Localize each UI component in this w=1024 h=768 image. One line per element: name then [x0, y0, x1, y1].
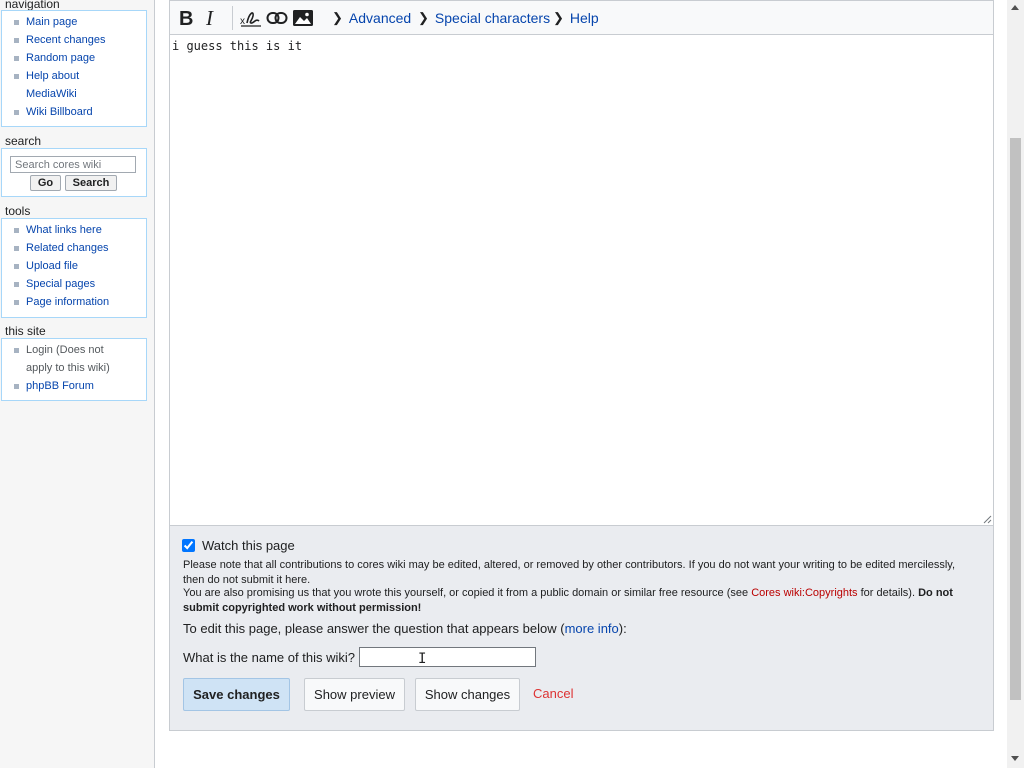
edit-textarea[interactable]: i guess this is it	[170, 35, 993, 525]
help-menu[interactable]: ❯ Help	[553, 10, 599, 26]
nav-link[interactable]: Wiki Billboard	[26, 106, 93, 118]
tool-link[interactable]: What links here	[26, 224, 102, 236]
login-line: Login (Does not	[26, 344, 104, 356]
nav-link[interactable]: Main page	[26, 16, 77, 28]
tools-portlet: What links here Related changes Upload f…	[1, 218, 147, 318]
captcha-intro-text: ):	[618, 621, 627, 636]
captcha-question-label: What is the name of this wiki?	[183, 649, 355, 665]
navigation-portlet: Main page Recent changes Random page Hel…	[1, 10, 147, 127]
special-characters-label: Special characters	[434, 10, 551, 26]
copyright-text: for details).	[857, 587, 919, 599]
sidebar: navigation Main page Recent changes Rand…	[0, 0, 155, 768]
chevron-right-icon: ❯	[332, 10, 343, 25]
search-heading: search	[5, 134, 42, 148]
resize-grip-icon[interactable]	[983, 515, 992, 524]
chevron-right-icon: ❯	[418, 10, 429, 25]
nav-item-recent-changes[interactable]: Recent changes	[2, 31, 146, 49]
go-button[interactable]: Go	[30, 175, 61, 191]
nav-item-wiki-billboard[interactable]: Wiki Billboard	[2, 103, 146, 121]
license-notice: Please note that all contributions to co…	[183, 559, 956, 586]
site-link[interactable]: phpBB Forum	[26, 380, 94, 392]
editor: B I x ❯ Advanced ❯ Special characters ❯ Hel…	[169, 0, 994, 526]
copyrights-link[interactable]: Cores wiki:Copyrights	[751, 587, 857, 599]
tool-item-page-information[interactable]: Page information	[2, 293, 146, 311]
captcha-answer-input[interactable]	[358, 647, 536, 667]
help-label: Help	[569, 10, 599, 26]
link-icon[interactable]	[266, 7, 288, 29]
tools-heading: tools	[5, 204, 31, 218]
nav-item-main-page[interactable]: Main page	[2, 13, 146, 31]
svg-text:B: B	[179, 8, 193, 28]
advanced-label: Advanced	[348, 10, 412, 26]
nav-item-help[interactable]: Help about MediaWiki	[2, 67, 146, 103]
captcha-intro-text: To edit this page, please answer the que…	[183, 621, 565, 636]
search-input[interactable]	[10, 156, 136, 173]
bullet-icon	[14, 282, 19, 287]
chevron-right-icon: ❯	[553, 10, 564, 25]
cancel-link[interactable]: Cancel	[533, 686, 573, 701]
page-scrollbar[interactable]	[1007, 0, 1024, 768]
search-button[interactable]: Search	[65, 175, 117, 191]
tool-link[interactable]: Page information	[26, 296, 109, 308]
watch-this-page[interactable]: Watch this page	[182, 538, 295, 553]
tool-link[interactable]: Related changes	[26, 242, 109, 254]
copyright-text: You are also promising us that you wrote…	[183, 587, 752, 599]
advanced-menu[interactable]: ❯ Advanced	[332, 10, 411, 26]
bullet-icon	[14, 38, 19, 43]
site-item-phpbb-forum[interactable]: phpBB Forum	[2, 377, 146, 395]
more-info-link[interactable]: more info	[565, 621, 619, 636]
tool-item-what-links-here[interactable]: What links here	[2, 221, 146, 239]
show-changes-button[interactable]: Show changes	[415, 678, 520, 711]
bullet-icon	[14, 20, 19, 25]
site-item-login[interactable]: Login (Does not apply to this wiki)	[2, 341, 146, 377]
nav-link-line: Help about	[26, 70, 80, 82]
save-changes-button[interactable]: Save changes	[183, 678, 290, 711]
tool-item-special-pages[interactable]: Special pages	[2, 275, 146, 293]
bullet-icon	[14, 74, 19, 79]
captcha-question: What is the name of this wiki?	[183, 647, 536, 667]
login-link[interactable]: Login (Does not apply to this wiki)	[26, 344, 110, 374]
login-line: apply to this wiki)	[26, 362, 110, 374]
copyright-notice: You are also promising us that you wrote…	[183, 586, 973, 615]
scroll-up-icon[interactable]	[1011, 5, 1019, 10]
nav-link[interactable]: Recent changes	[26, 34, 106, 46]
italic-icon[interactable]: I	[202, 7, 224, 29]
show-preview-button[interactable]: Show preview	[304, 678, 405, 711]
watch-checkbox[interactable]	[182, 539, 195, 552]
scroll-thumb[interactable]	[1010, 138, 1021, 700]
toolbar-separator	[232, 6, 233, 30]
svg-text:I: I	[205, 8, 214, 28]
signature-icon[interactable]: x	[240, 7, 262, 29]
special-characters-menu[interactable]: ❯ Special characters	[418, 10, 550, 26]
captcha-intro: To edit this page, please answer the que…	[183, 621, 627, 636]
bullet-icon	[14, 384, 19, 389]
bullet-icon	[14, 228, 19, 233]
image-icon[interactable]	[292, 7, 314, 29]
bold-icon[interactable]: B	[176, 7, 198, 29]
text-cursor-icon: I	[418, 651, 427, 667]
tool-item-upload-file[interactable]: Upload file	[2, 257, 146, 275]
nav-item-random-page[interactable]: Random page	[2, 49, 146, 67]
nav-link[interactable]: Random page	[26, 52, 95, 64]
edit-options: Watch this page Please note that all con…	[169, 526, 994, 731]
tool-link[interactable]: Upload file	[26, 260, 78, 272]
bullet-icon	[14, 110, 19, 115]
svg-text:x: x	[240, 16, 245, 27]
scroll-down-icon[interactable]	[1011, 756, 1019, 761]
tool-link[interactable]: Special pages	[26, 278, 95, 290]
tool-item-related-changes[interactable]: Related changes	[2, 239, 146, 257]
this-site-portlet: Login (Does not apply to this wiki) phpBB…	[1, 338, 147, 401]
bullet-icon	[14, 264, 19, 269]
bullet-icon	[14, 348, 19, 353]
bullet-icon	[14, 56, 19, 61]
editor-toolbar: B I x ❯ Advanced ❯ Special characters ❯ Hel…	[170, 1, 993, 35]
bullet-icon	[14, 246, 19, 251]
nav-link-line: MediaWiki	[26, 88, 77, 100]
bullet-icon	[14, 300, 19, 305]
this-site-heading: this site	[5, 324, 46, 338]
watch-label: Watch this page	[202, 538, 295, 553]
nav-link[interactable]: Help about MediaWiki	[26, 70, 79, 100]
